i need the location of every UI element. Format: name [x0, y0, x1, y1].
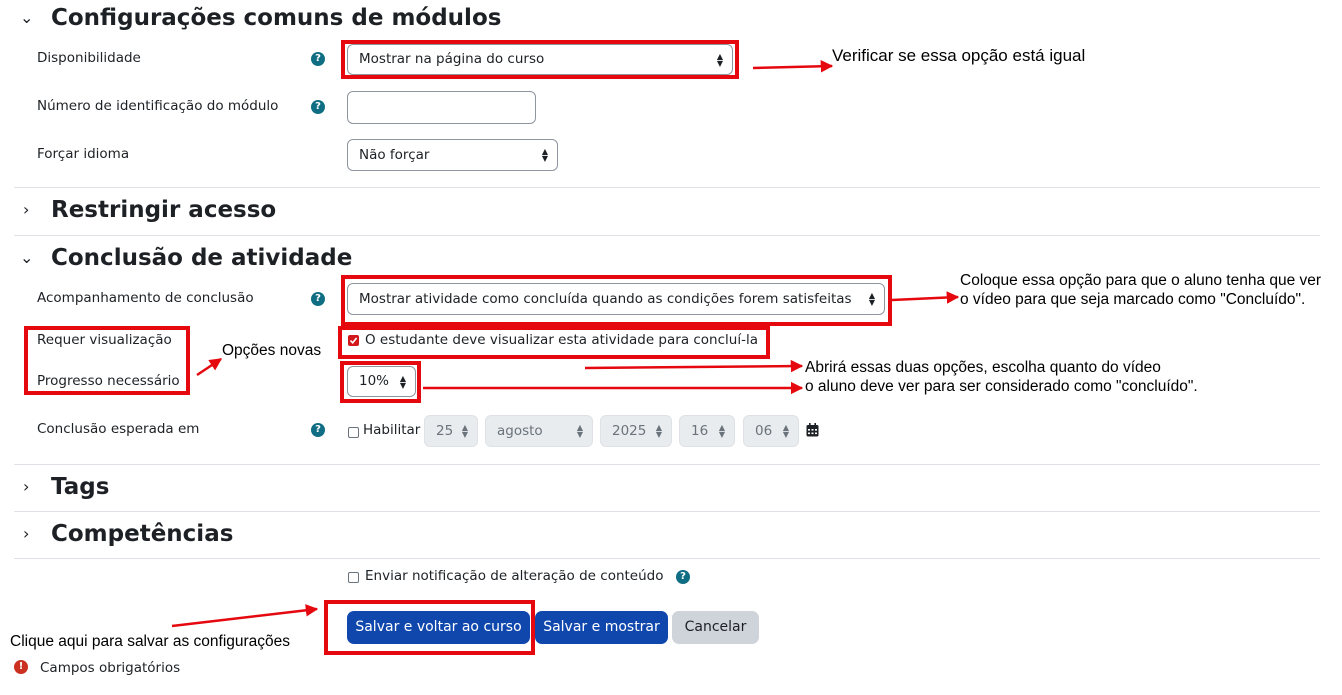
- annotation-arrows: [171, 60, 960, 628]
